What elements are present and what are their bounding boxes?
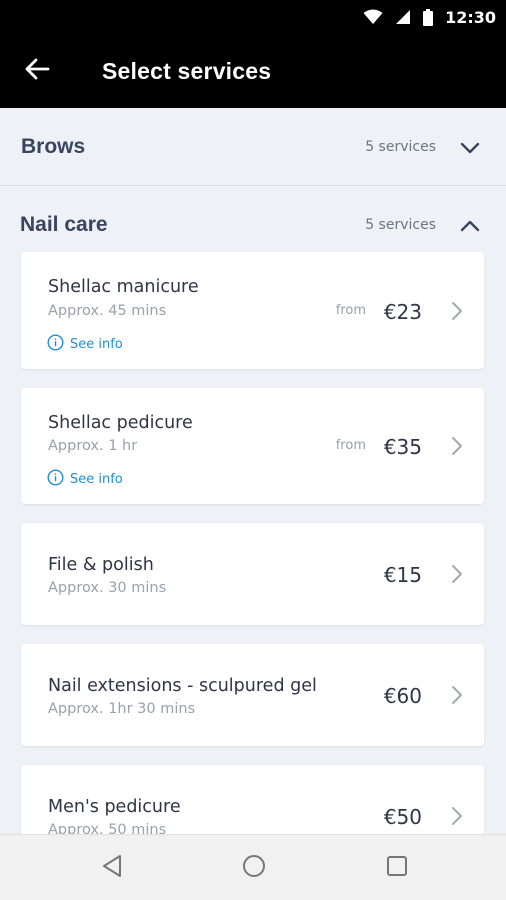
info-circle-icon	[47, 469, 64, 490]
category-brows[interactable]: Brows 5 services	[0, 108, 506, 186]
chevron-right-icon	[448, 300, 466, 322]
category-count: 5 services	[365, 139, 436, 155]
back-button[interactable]	[18, 52, 56, 90]
price-from-label: from	[335, 438, 366, 453]
system-nav-bar	[0, 834, 506, 900]
service-name: File & polish	[48, 555, 154, 575]
chevron-right-icon	[448, 684, 466, 706]
square-recents-icon	[384, 853, 410, 883]
service-name: Nail extensions - sculpured gel	[48, 676, 317, 696]
service-price: €35	[383, 435, 422, 459]
service-price: €60	[383, 684, 422, 708]
arrow-left-icon	[24, 57, 50, 85]
service-card-mens-pedicure[interactable]: Men's pedicure Approx. 50 mins €50	[21, 765, 484, 834]
services-list[interactable]: Brows 5 services Nail care 5 services Sh…	[0, 108, 506, 834]
price-from-label: from	[335, 303, 366, 318]
service-duration: Approx. 1hr 30 mins	[48, 701, 196, 717]
service-name: Shellac pedicure	[48, 413, 193, 433]
page-title: Select services	[102, 58, 272, 84]
service-duration: Approx. 1 hr	[48, 438, 138, 454]
nav-recents-button[interactable]	[381, 852, 413, 884]
see-info-label: See info	[70, 337, 123, 352]
service-duration: Approx. 30 mins	[48, 580, 167, 596]
chevron-right-icon	[448, 563, 466, 585]
service-duration: Approx. 45 mins	[48, 303, 167, 319]
chevron-down-icon[interactable]	[458, 136, 482, 160]
service-card-file-polish[interactable]: File & polish Approx. 30 mins €15	[21, 523, 484, 625]
chevron-right-icon	[448, 435, 466, 457]
battery-icon	[423, 8, 434, 26]
service-card-nail-extensions[interactable]: Nail extensions - sculpured gel Approx. …	[21, 644, 484, 746]
chevron-right-icon	[448, 805, 466, 827]
see-info-link[interactable]: See info	[47, 334, 123, 355]
category-name: Brows	[21, 135, 86, 158]
nav-home-button[interactable]	[238, 852, 270, 884]
service-price: €15	[383, 563, 422, 587]
service-card-shellac-manicure[interactable]: Shellac manicure Approx. 45 mins See inf…	[21, 252, 484, 369]
circle-home-icon	[241, 853, 267, 883]
service-name: Shellac manicure	[48, 277, 199, 297]
service-card-shellac-pedicure[interactable]: Shellac pedicure Approx. 1 hr See info f…	[21, 388, 484, 504]
status-icons: 12:30	[363, 0, 496, 34]
triangle-back-icon	[100, 853, 126, 883]
see-info-label: See info	[70, 472, 123, 487]
service-duration: Approx. 50 mins	[48, 822, 167, 834]
service-price: €23	[383, 300, 422, 324]
signal-icon	[395, 9, 411, 25]
info-circle-icon	[47, 334, 64, 355]
service-price: €50	[383, 805, 422, 829]
nav-back-button[interactable]	[97, 852, 129, 884]
chevron-up-icon[interactable]	[458, 214, 482, 238]
status-bar: 12:30	[0, 0, 506, 34]
service-name: Men's pedicure	[48, 797, 181, 817]
app-bar: Select services	[0, 34, 506, 108]
status-time: 12:30	[445, 7, 496, 27]
wifi-icon	[363, 9, 383, 25]
see-info-link[interactable]: See info	[47, 469, 123, 490]
